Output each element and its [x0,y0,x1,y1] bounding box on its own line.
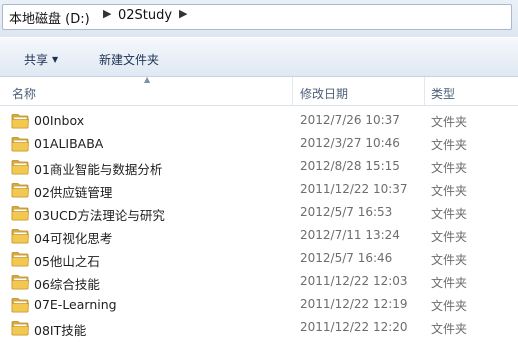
file-row[interactable]: 06综合技能 2011/12/22 12:03 文件夹 [0,271,518,294]
file-modified: 2012/8/28 15:15 [300,159,400,173]
file-modified: 2011/12/22 12:19 [300,297,408,311]
folder-icon [11,205,30,221]
share-button[interactable]: 共享 ▼ [24,51,58,68]
file-row[interactable]: 02供应链管理 2011/12/22 10:37 文件夹 [0,179,518,202]
file-name: 04可视化思考 [34,231,113,246]
chevron-down-icon: ▼ [52,55,59,64]
column-divider[interactable] [424,77,425,105]
file-row[interactable]: 08IT技能 2011/12/22 12:20 文件夹 [0,317,518,340]
folder-icon [11,182,30,198]
file-modified: 2011/12/22 10:37 [300,182,408,196]
file-row[interactable]: 03UCD方法理论与研究 2012/5/7 16:53 文件夹 [0,202,518,225]
sort-ascending-icon: ▲ [144,75,151,84]
file-row[interactable]: 00Inbox 2012/7/26 10:37 文件夹 [0,110,518,133]
file-type: 文件夹 [431,184,468,198]
file-name: 06综合技能 [34,277,100,292]
file-modified: 2012/7/11 13:24 [300,228,400,242]
file-modified: 2012/7/26 10:37 [300,113,400,127]
file-modified: 2011/12/22 12:03 [300,274,408,288]
file-list: 00Inbox 2012/7/26 10:37 文件夹 01ALIBABA 2012/3… [0,110,518,340]
folder-icon [11,320,30,336]
file-modified: 2012/3/27 10:46 [300,136,400,150]
new-folder-button[interactable]: 新建文件夹 [99,51,159,68]
folder-icon [11,274,30,290]
folder-icon [11,136,30,152]
file-row[interactable]: 01ALIBABA 2012/3/27 10:46 文件夹 [0,133,518,156]
file-name: 05他山之石 [34,254,100,269]
folder-icon [11,251,30,267]
column-type[interactable]: 类型 [431,85,455,102]
file-row[interactable]: 07E-Learning 2011/12/22 12:19 文件夹 [0,294,518,317]
file-name: 07E-Learning [34,297,117,312]
breadcrumb-chevron-icon[interactable]: ▶ [103,7,111,20]
file-row[interactable]: 05他山之石 2012/5/7 16:46 文件夹 [0,248,518,271]
column-header: ▲ 名称 修改日期 类型 [0,75,518,106]
folder-icon [11,159,30,175]
file-name: 01商业智能与数据分析 [34,162,163,177]
file-type: 文件夹 [431,253,468,267]
file-type: 文件夹 [431,138,468,152]
folder-icon [11,297,30,313]
file-name: 02供应链管理 [34,185,113,200]
column-divider[interactable] [292,77,293,105]
breadcrumb[interactable]: 本地磁盘 (D:) ▶ 02Study ▶ [2,4,512,30]
file-name: 00Inbox [34,113,85,128]
folder-icon [11,113,30,129]
file-type: 文件夹 [431,230,468,244]
file-type: 文件夹 [431,322,468,336]
address-bar: 本地磁盘 (D:) ▶ 02Study ▶ [0,0,518,37]
file-modified: 2012/5/7 16:53 [300,205,393,219]
file-modified: 2012/5/7 16:46 [300,251,393,265]
file-row[interactable]: 04可视化思考 2012/7/11 13:24 文件夹 [0,225,518,248]
file-type: 文件夹 [431,115,468,129]
file-row[interactable]: 01商业智能与数据分析 2012/8/28 15:15 文件夹 [0,156,518,179]
file-modified: 2011/12/22 12:20 [300,320,408,334]
column-modified[interactable]: 修改日期 [300,85,348,102]
file-type: 文件夹 [431,161,468,175]
new-folder-label: 新建文件夹 [99,53,160,67]
file-type: 文件夹 [431,207,468,221]
file-name: 03UCD方法理论与研究 [34,208,165,223]
breadcrumb-folder[interactable]: 02Study [118,8,172,23]
breadcrumb-drive[interactable]: 本地磁盘 (D:) [9,8,90,27]
file-type: 文件夹 [431,276,468,290]
file-name: 01ALIBABA [34,136,104,151]
file-type: 文件夹 [431,299,468,313]
share-label: 共享 [24,53,49,67]
command-bar: 共享 ▼ 新建文件夹 [0,37,518,77]
folder-icon [11,228,30,244]
breadcrumb-chevron-icon[interactable]: ▶ [179,7,187,20]
file-name: 08IT技能 [34,323,87,338]
column-name[interactable]: 名称 [12,85,36,102]
